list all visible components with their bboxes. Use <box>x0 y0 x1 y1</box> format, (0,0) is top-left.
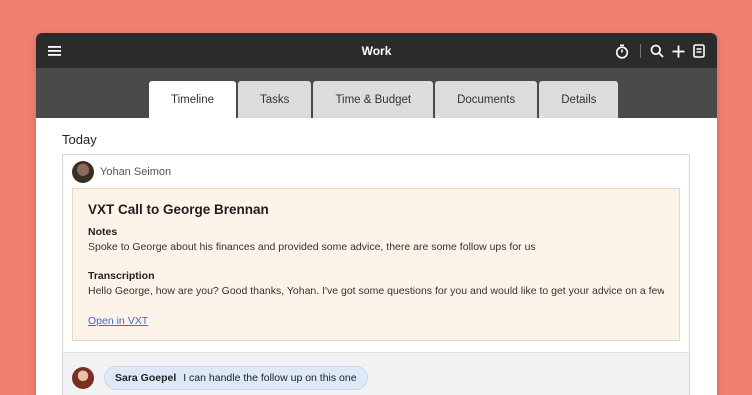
avatar <box>72 366 94 389</box>
timeline-content: Today Yohan Seimon VXT Call to George Br… <box>36 118 717 395</box>
tab-timeline[interactable]: Timeline <box>149 81 237 118</box>
timer-icon[interactable] <box>614 43 630 59</box>
header-separator <box>640 44 641 58</box>
tab-time-budget[interactable]: Time & Budget <box>313 81 434 118</box>
notes-text: Spoke to George about his finances and p… <box>88 241 536 253</box>
avatar <box>72 160 94 183</box>
tab-tasks[interactable]: Tasks <box>238 81 312 118</box>
title-bar: Work <box>36 33 717 68</box>
header-actions <box>614 43 707 59</box>
app-window: Work Timeline Tasks Time & Budget Docume… <box>36 33 717 395</box>
comment-bubble: Sara Goepel I can handle the follow up o… <box>104 365 368 390</box>
tab-bar: Timeline Tasks Time & Budget Documents D… <box>36 68 717 118</box>
entry-header: Yohan Seimon <box>63 155 689 188</box>
notes-icon[interactable] <box>691 43 707 59</box>
comment-text: I can handle the follow up on this one <box>183 371 357 384</box>
call-title: VXT Call to George Brennan <box>88 202 269 217</box>
plus-icon[interactable] <box>670 43 686 59</box>
comment-author: Sara Goepel <box>115 371 177 384</box>
entry-author: Yohan Seimon <box>100 165 172 178</box>
date-heading: Today <box>62 132 97 147</box>
search-icon[interactable] <box>649 43 665 59</box>
tab-details[interactable]: Details <box>539 81 619 118</box>
transcription-label: Transcription <box>88 270 155 282</box>
comment-row: Sara Goepel I can handle the follow up o… <box>63 352 689 395</box>
tab-documents[interactable]: Documents <box>435 81 538 118</box>
notes-label: Notes <box>88 226 118 238</box>
call-note: VXT Call to George Brennan Notes Spoke t… <box>72 188 680 341</box>
transcription-text: Hello George, how are you? Good thanks, … <box>88 285 664 297</box>
open-in-vxt-link[interactable]: Open in VXT <box>88 315 148 327</box>
timeline-entry-card: Yohan Seimon VXT Call to George Brennan … <box>62 154 690 395</box>
